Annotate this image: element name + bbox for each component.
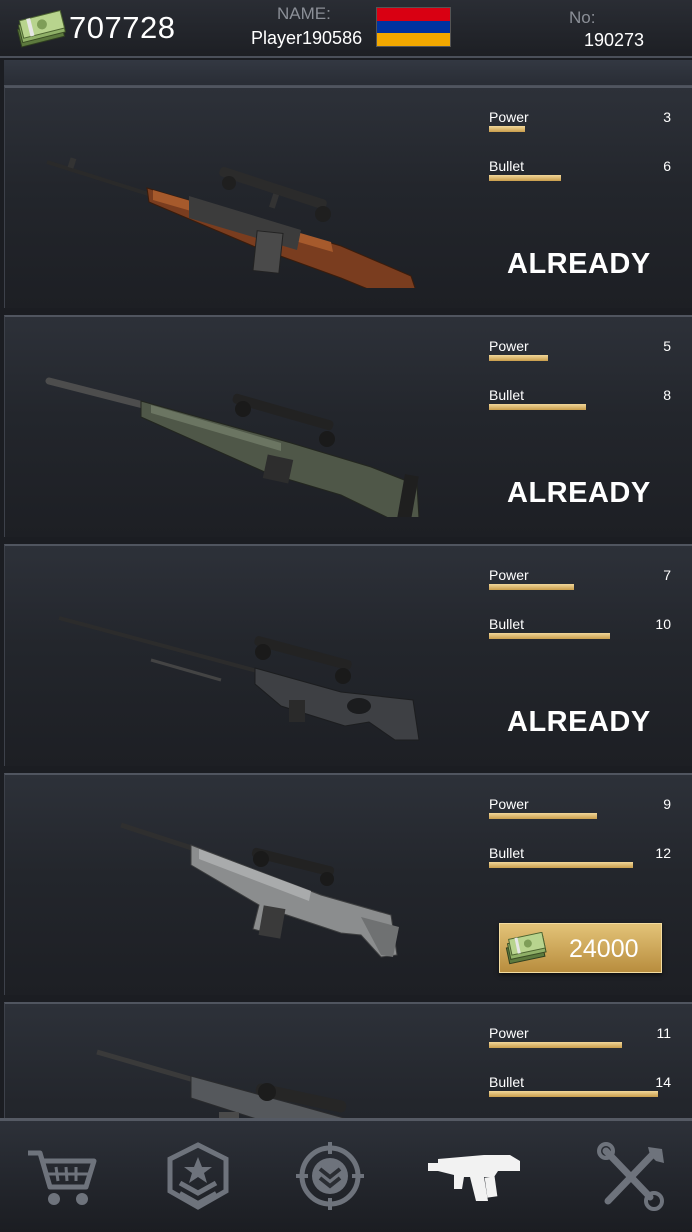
shop-cart-icon	[28, 1150, 97, 1205]
bullet-value: 6	[663, 158, 671, 174]
power-bar	[489, 355, 669, 361]
rank-badge-icon	[167, 1142, 229, 1210]
bullet-bar-fill	[489, 1091, 659, 1097]
bullet-bar	[489, 175, 669, 181]
nav-shop[interactable]	[22, 1141, 102, 1211]
bullet-label: Bullet	[489, 616, 525, 632]
sub-bar	[4, 60, 692, 86]
weapon-shop-screen: 707728 NAME: Player190586 No: 190273 Pow…	[0, 0, 692, 1232]
tools-icon	[597, 1142, 664, 1211]
power-value: 5	[663, 338, 671, 354]
bullet-bar	[489, 1091, 669, 1097]
bullet-bar	[489, 862, 669, 868]
bottom-nav	[0, 1118, 692, 1232]
power-bar	[489, 1042, 669, 1048]
power-label: Power	[489, 567, 529, 583]
weapon-card[interactable]: Power 11 Bullet 14	[4, 1002, 692, 1118]
bullet-value: 14	[655, 1074, 671, 1090]
bullet-label: Bullet	[489, 845, 525, 861]
bullet-bar-fill	[489, 633, 610, 639]
power-label: Power	[489, 338, 529, 354]
rifle-heavy-icon	[96, 1049, 347, 1118]
bullet-bar-fill	[489, 175, 561, 181]
bullet-value: 10	[655, 616, 671, 632]
rifle-m14-icon	[46, 157, 416, 288]
top-bar: 707728 NAME: Player190586 No: 190273	[0, 0, 692, 58]
player-name: Player190586	[251, 28, 363, 48]
weapon-card[interactable]: Power 7 Bullet 10 ALREADY	[4, 544, 692, 766]
power-label: Power	[489, 109, 529, 125]
nav-weapons[interactable]	[424, 1141, 524, 1211]
owned-status: ALREADY	[507, 248, 651, 280]
power-bar	[489, 813, 669, 819]
power-bar-fill	[489, 126, 525, 132]
power-value: 7	[663, 567, 671, 583]
weapon-card[interactable]: Power 9 Bullet 12 24000	[4, 773, 692, 995]
owned-status: ALREADY	[507, 706, 651, 738]
bullet-label: Bullet	[489, 1074, 525, 1090]
power-bar-fill	[489, 813, 597, 819]
bullet-label: Bullet	[489, 387, 525, 403]
country-flag-icon	[376, 7, 451, 47]
name-label: NAME:	[277, 4, 331, 23]
player-number: 190273	[584, 30, 645, 50]
price-label: 24000	[569, 935, 639, 963]
nav-rank[interactable]	[158, 1141, 238, 1211]
bullet-bar-fill	[489, 862, 633, 868]
power-bar-fill	[489, 584, 574, 590]
bullet-value: 12	[655, 845, 671, 861]
owned-status: ALREADY	[507, 477, 651, 509]
rifle-camo-icon	[45, 377, 420, 517]
cash-amount: 707728	[69, 10, 176, 45]
nav-mission[interactable]	[290, 1141, 370, 1211]
rifle-awp-icon	[58, 616, 420, 741]
power-value: 11	[656, 1025, 671, 1041]
weapon-gun-icon	[428, 1155, 520, 1201]
power-label: Power	[489, 1025, 529, 1041]
power-bar	[489, 126, 669, 132]
weapon-card[interactable]: Power 3 Bullet 6 ALREADY	[4, 86, 692, 308]
bullet-bar	[489, 633, 669, 639]
bullet-label: Bullet	[489, 158, 525, 174]
weapon-list[interactable]: Power 3 Bullet 6 ALREADY Power 5 Bullet …	[0, 86, 692, 1118]
power-bar	[489, 584, 669, 590]
bullet-value: 8	[663, 387, 671, 403]
nav-settings[interactable]	[592, 1141, 672, 1211]
power-label: Power	[489, 796, 529, 812]
bullet-bar-fill	[489, 404, 587, 410]
weapon-card[interactable]: Power 5 Bullet 8 ALREADY	[4, 315, 692, 537]
crosshair-icon	[296, 1142, 364, 1210]
bullet-bar	[489, 404, 669, 410]
number-label: No:	[569, 8, 596, 27]
cash-stack-icon	[16, 10, 66, 48]
power-bar-fill	[489, 355, 549, 361]
buy-button[interactable]: 24000	[499, 923, 662, 973]
power-bar-fill	[489, 1042, 623, 1048]
power-value: 9	[663, 796, 671, 812]
power-value: 3	[663, 109, 671, 125]
rifle-tactical-icon	[120, 822, 399, 958]
cash-stack-icon	[505, 932, 547, 965]
